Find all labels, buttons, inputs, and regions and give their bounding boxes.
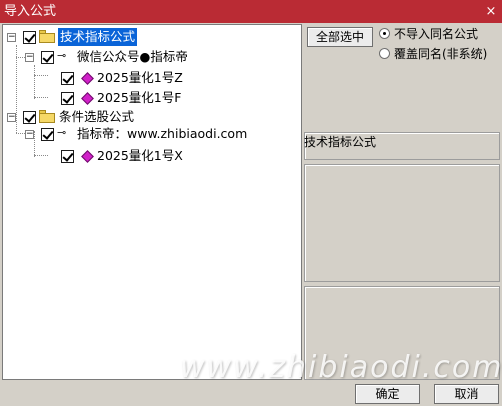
title-bar: 导入公式 × — [0, 0, 502, 23]
tree-checkbox[interactable] — [41, 128, 54, 141]
skip-duplicates-radio[interactable] — [379, 28, 390, 39]
tree-checkbox[interactable] — [23, 31, 36, 44]
select-all-button[interactable]: 全部选中 — [307, 27, 373, 47]
watermark: www.zhibiaodi.com — [180, 350, 502, 385]
collapse-toggle-icon[interactable]: − — [25, 130, 34, 139]
tree-item-zhibiaodi-group[interactable]: − ⊸ 指标帝：www.zhibiaodi.com — [3, 125, 293, 143]
close-icon[interactable]: × — [484, 0, 498, 23]
collapse-toggle-icon[interactable]: − — [7, 33, 16, 42]
tree-checkbox[interactable] — [61, 72, 74, 85]
tree-item-label: 微信公众号●指标帝 — [77, 49, 188, 64]
ok-button[interactable]: 确定 — [355, 384, 420, 404]
tree-item-label: 2025量化1号Z — [97, 70, 183, 85]
collapse-toggle-icon[interactable]: − — [25, 53, 34, 62]
key-icon: ⊸ — [57, 126, 67, 139]
tree-checkbox[interactable] — [61, 150, 74, 163]
tree-checkbox[interactable] — [61, 92, 74, 105]
formula-description-panel — [304, 164, 500, 282]
tree-checkbox[interactable] — [23, 111, 36, 124]
tree-item-screening-formulas[interactable]: − 条件选股公式 — [3, 108, 293, 126]
tree-item-technical-formulas[interactable]: − 技术指标公式 — [3, 28, 293, 46]
cancel-button[interactable]: 取消 — [434, 384, 499, 404]
folder-icon — [39, 30, 55, 43]
tree-item-label: 2025量化1号F — [97, 90, 182, 105]
window-title: 导入公式 — [4, 4, 57, 19]
formula-icon — [81, 92, 94, 105]
tree-item-formula[interactable]: 2025量化1号F — [3, 89, 293, 107]
formula-icon — [81, 72, 94, 85]
tree-item-wechat-group[interactable]: − ⊸ 微信公众号●指标帝 — [3, 48, 293, 66]
tree-item-label: 2025量化1号X — [97, 148, 183, 163]
formula-info-title: 技术指标公式 — [304, 135, 377, 149]
key-icon: ⊸ — [57, 49, 67, 62]
tree-checkbox[interactable] — [41, 51, 54, 64]
tree-item-label: 指标帝：www.zhibiaodi.com — [77, 126, 248, 141]
tree-item-label: 技术指标公式 — [58, 28, 138, 46]
formula-icon — [81, 150, 94, 163]
overwrite-duplicates-radio[interactable] — [379, 48, 390, 59]
tree-item-formula[interactable]: 2025量化1号Z — [3, 69, 293, 87]
tree-item-label: 条件选股公式 — [59, 109, 135, 124]
tree-item-formula[interactable]: 2025量化1号X — [3, 147, 293, 165]
skip-duplicates-label[interactable]: 不导入同名公式 — [394, 27, 478, 41]
formula-tree[interactable]: − 技术指标公式 − ⊸ 微信公众号●指标帝 2025量化1号Z 2025量化1… — [2, 24, 302, 380]
collapse-toggle-icon[interactable]: − — [7, 113, 16, 122]
overwrite-duplicates-label[interactable]: 覆盖同名(非系统) — [394, 47, 487, 61]
folder-icon — [39, 110, 55, 123]
import-formula-dialog: 导入公式 × − 技术指标公式 − ⊸ 微信公众号●指标帝 2025量化1号Z … — [0, 0, 502, 406]
